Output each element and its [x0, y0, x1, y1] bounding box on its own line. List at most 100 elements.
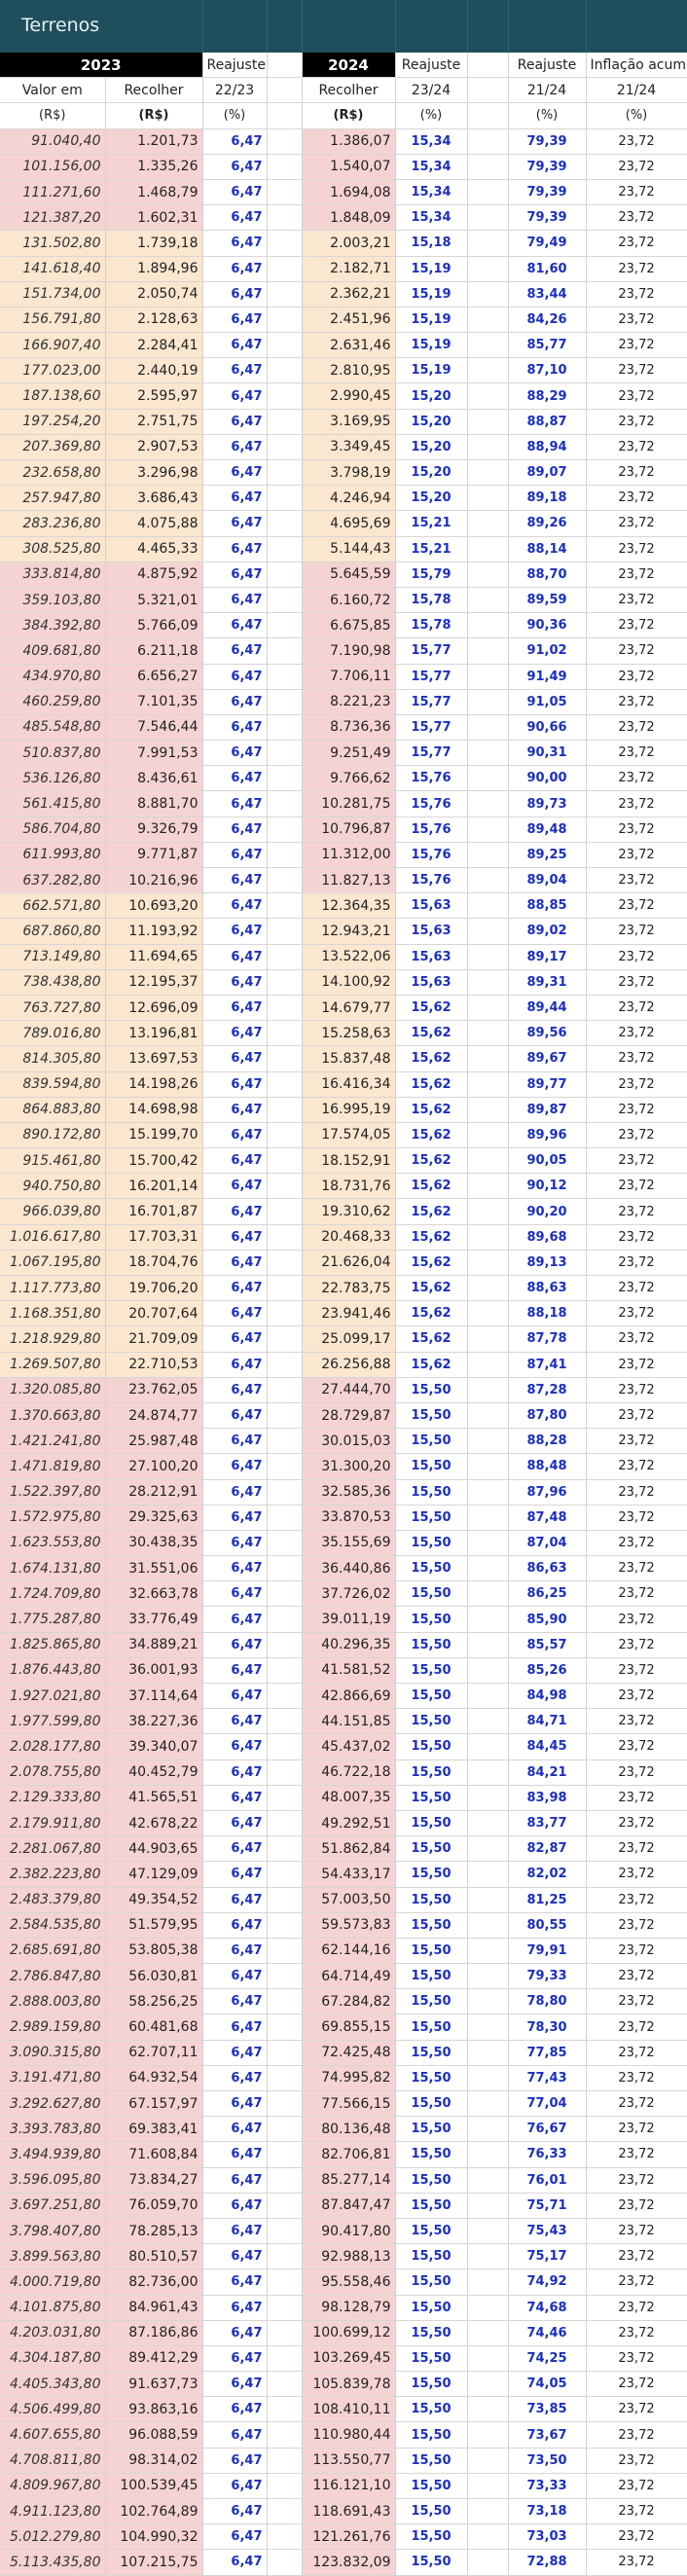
recolher-2024-cell[interactable]: 16.995,19 — [302, 1097, 396, 1123]
valor-em-cell[interactable]: 1.623.553,80 — [0, 1530, 106, 1557]
recolher-2024-cell[interactable]: 39.011,19 — [302, 1606, 396, 1633]
valor-em-cell[interactable]: 2.179.911,80 — [0, 1810, 106, 1837]
empty-cell[interactable] — [267, 1300, 303, 1327]
reajuste-2324-cell[interactable]: 15,50 — [395, 2498, 468, 2525]
recolher-2023-cell[interactable]: 1.739,18 — [105, 230, 203, 257]
reajuste-2223-cell[interactable]: 6,47 — [202, 2345, 268, 2373]
empty-cell[interactable] — [267, 2345, 303, 2373]
reajuste-2324-cell[interactable]: 15,76 — [395, 867, 468, 894]
valor-em-cell[interactable]: 4.607.655,80 — [0, 2421, 106, 2449]
valor-em-cell[interactable]: 3.191.471,80 — [0, 2065, 106, 2092]
recolher-2024-cell[interactable]: 7.190,98 — [302, 637, 396, 665]
empty-cell[interactable] — [467, 1555, 509, 1582]
valor-em-cell[interactable]: 111.271,60 — [0, 179, 106, 206]
valor-em-cell[interactable]: 839.594,80 — [0, 1071, 106, 1098]
empty-cell[interactable] — [267, 1020, 303, 1047]
reajuste-2124-cell[interactable]: 84,98 — [508, 1683, 587, 1710]
reajuste-2223-cell[interactable]: 6,47 — [202, 128, 268, 155]
valor-em-cell[interactable]: 637.282,80 — [0, 867, 106, 894]
reajuste-2223-cell[interactable]: 6,47 — [202, 867, 268, 894]
inflacao-cell[interactable]: 23,72 — [586, 1224, 687, 1251]
empty-cell[interactable] — [267, 1733, 303, 1760]
reajuste-2324-cell[interactable]: 15,50 — [395, 1632, 468, 1658]
reajuste-2124-cell[interactable]: 80,55 — [508, 1912, 587, 1939]
reajuste-2124-cell[interactable]: 79,33 — [508, 1963, 587, 1990]
valor-em-cell[interactable]: 384.392,80 — [0, 612, 106, 639]
reajuste-2324-cell[interactable]: 15,34 — [395, 128, 468, 155]
recolher-2024-cell[interactable]: 42.866,69 — [302, 1683, 396, 1710]
valor-em-cell[interactable]: 2.685.691,80 — [0, 1938, 106, 1965]
empty-cell[interactable] — [467, 1580, 509, 1608]
reajuste-2223-cell[interactable]: 6,47 — [202, 1453, 268, 1480]
reajuste-2124-cell[interactable]: 79,39 — [508, 128, 587, 155]
empty-cell[interactable] — [267, 2549, 303, 2576]
empty-cell[interactable] — [467, 587, 509, 614]
reajuste-2223-cell[interactable]: 6,47 — [202, 765, 268, 792]
inflacao-cell[interactable]: 23,72 — [586, 1988, 687, 2015]
year-2023-cell[interactable]: 2023 — [0, 53, 203, 79]
reajuste-2324-cell[interactable]: 15,21 — [395, 510, 468, 537]
valor-em-cell[interactable]: 662.571,80 — [0, 892, 106, 920]
empty-cell[interactable] — [267, 536, 303, 562]
inflacao-header[interactable]: Inflação acum — [586, 53, 687, 79]
recolher-2023-cell[interactable]: 4.465,33 — [105, 536, 203, 562]
reajuste-2223-cell[interactable]: 6,47 — [202, 2448, 268, 2474]
reajuste-2324-cell[interactable]: 15,50 — [395, 1733, 468, 1760]
reajuste-2124-cell[interactable]: 76,01 — [508, 2167, 587, 2194]
reajuste-2124-cell[interactable]: 84,26 — [508, 307, 587, 334]
empty-cell[interactable] — [267, 1887, 303, 1913]
recolher-2024-cell[interactable]: 4.246,94 — [302, 485, 396, 512]
empty-cell[interactable] — [267, 2498, 303, 2525]
empty-cell[interactable] — [467, 1325, 509, 1353]
reajuste-2124-cell[interactable]: 89,17 — [508, 944, 587, 970]
empty-cell[interactable] — [267, 77, 303, 104]
inflacao-cell[interactable]: 23,72 — [586, 664, 687, 690]
recolher-2023-cell[interactable]: 13.697,53 — [105, 1045, 203, 1072]
empty-cell[interactable] — [267, 2167, 303, 2194]
reajuste-2124-cell[interactable]: 84,45 — [508, 1733, 587, 1760]
inflacao-cell[interactable]: 23,72 — [586, 765, 687, 792]
reajuste-2324-header[interactable]: Reajuste — [395, 53, 468, 79]
reajuste-2223-cell[interactable]: 6,47 — [202, 1071, 268, 1098]
valor-em-cell[interactable]: 1.724.709,80 — [0, 1580, 106, 1608]
valor-em-cell[interactable]: 2.989.159,80 — [0, 2014, 106, 2041]
reajuste-2223-cell[interactable]: 6,47 — [202, 1810, 268, 1837]
empty-cell[interactable] — [467, 1428, 509, 1455]
empty-cell[interactable] — [467, 2345, 509, 2373]
recolher-2024-cell[interactable]: 10.796,87 — [302, 816, 396, 843]
reajuste-2124-cell[interactable]: 77,43 — [508, 2065, 587, 2092]
reajuste-2223-cell[interactable]: 6,47 — [202, 154, 268, 180]
empty-cell[interactable] — [467, 2523, 509, 2551]
reajuste-2124-cell[interactable]: 85,26 — [508, 1657, 587, 1685]
reajuste-2124-cell[interactable]: 78,30 — [508, 2014, 587, 2041]
valor-em-cell[interactable]: 2.584.535,80 — [0, 1912, 106, 1939]
reajuste-2124-cell[interactable]: 79,39 — [508, 204, 587, 232]
reajuste-2223-cell[interactable]: 6,47 — [202, 740, 268, 767]
reajuste-2324-cell[interactable]: 15,50 — [395, 2141, 468, 2168]
inflacao-cell[interactable]: 23,72 — [586, 2549, 687, 2576]
empty-cell[interactable] — [267, 53, 303, 79]
reajuste-2223-cell[interactable]: 6,47 — [202, 459, 268, 487]
reajuste-2324-cell[interactable]: 15,62 — [395, 1045, 468, 1072]
reajuste-2324-cell[interactable]: 15,50 — [395, 1657, 468, 1685]
valor-em-cell[interactable]: 3.393.783,80 — [0, 2116, 106, 2143]
inflacao-cell[interactable]: 23,72 — [586, 2243, 687, 2270]
inflacao-cell[interactable]: 23,72 — [586, 2167, 687, 2194]
empty-cell[interactable] — [467, 1097, 509, 1123]
reajuste-2324-cell[interactable]: 15,50 — [395, 1606, 468, 1633]
inflacao-cell[interactable]: 23,72 — [586, 1300, 687, 1327]
reajuste-2223-cell[interactable]: 6,47 — [202, 2396, 268, 2423]
reajuste-2223-cell[interactable]: 6,47 — [202, 536, 268, 562]
inflacao-cell[interactable]: 23,72 — [586, 382, 687, 410]
empty-cell[interactable] — [467, 637, 509, 665]
reajuste-2124-cell[interactable]: 83,44 — [508, 281, 587, 308]
reajuste-2124-cell[interactable]: 87,04 — [508, 1530, 587, 1557]
empty-cell[interactable] — [267, 332, 303, 359]
valor-em-cell[interactable]: 151.734,00 — [0, 281, 106, 308]
reajuste-2223-cell[interactable]: 6,47 — [202, 2473, 268, 2500]
recolher-2023-cell[interactable]: 87.186,86 — [105, 2320, 203, 2346]
empty-cell[interactable] — [267, 1938, 303, 1965]
valor-em-cell[interactable]: 359.103,80 — [0, 587, 106, 614]
recolher-2024-cell[interactable]: 2.182,71 — [302, 256, 396, 282]
empty-cell[interactable] — [267, 1122, 303, 1149]
